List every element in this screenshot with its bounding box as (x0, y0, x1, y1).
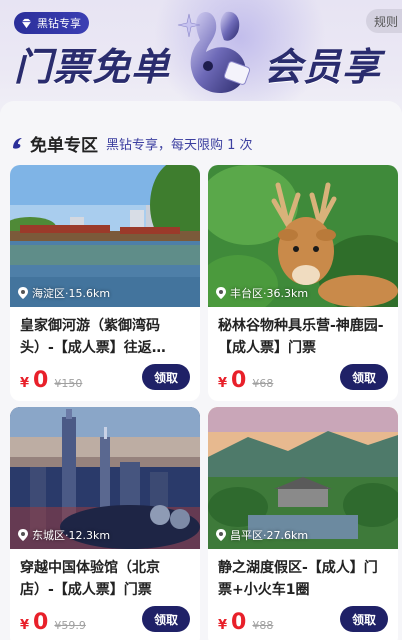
currency-symbol: ¥ (20, 618, 30, 633)
location-pin-icon (18, 529, 28, 541)
original-price: ¥68 (252, 377, 274, 390)
section-header: 免单专区 黑钻专享，每天限购 1 次 (10, 130, 253, 156)
currency-symbol: ¥ (218, 618, 228, 633)
location-label: 昌平区·27.6km (216, 527, 308, 543)
currency-symbol: ¥ (218, 376, 228, 391)
ticket-card[interactable]: 昌平区·27.6km 静之湖度假区-【成人】门票+小火车1圈 ¥ 0 ¥88 领… (208, 407, 398, 640)
hero-title-right: 会员享 (264, 45, 382, 89)
price-row: ¥ 0 ¥68 (218, 368, 273, 396)
currency-symbol: ¥ (20, 376, 30, 391)
card-image-city: 东城区·12.3km (10, 407, 200, 549)
claim-button[interactable]: 领取 (142, 364, 190, 390)
card-title: 穿越中国体验馆（北京店）-【成人票】门票 (20, 560, 160, 598)
card-image-lake: 昌平区·27.6km (208, 407, 398, 549)
ticket-card[interactable]: 东城区·12.3km 穿越中国体验馆（北京店）-【成人票】门票 ¥ 0 ¥59.… (10, 407, 200, 640)
location-text: 海淀区·15.6km (32, 287, 111, 300)
original-price: ¥59.9 (54, 619, 86, 632)
price-value: 0 (231, 368, 247, 393)
location-text: 丰台区·36.3km (230, 287, 309, 300)
section-title: 免单专区 (30, 135, 98, 156)
section-subtitle: 黑钻专享，每天限购 1 次 (106, 137, 253, 153)
card-title: 秘林谷物种具乐营-神鹿园-【成人票】门票 (218, 318, 384, 356)
location-label: 丰台区·36.3km (216, 285, 308, 301)
hero-title-left: 门票免单 (14, 45, 171, 89)
price-row: ¥ 0 ¥150 (20, 368, 82, 396)
ticket-card[interactable]: 海淀区·15.6km 皇家御河游（紫御湾码头）-【成人票】往返… ¥ 0 ¥15… (10, 165, 200, 401)
location-pin-icon (216, 529, 226, 541)
price-row: ¥ 0 ¥88 (218, 610, 273, 638)
card-image-deer: 丰台区·36.3km (208, 165, 398, 307)
claim-button[interactable]: 领取 (340, 364, 388, 390)
location-pin-icon (18, 287, 28, 299)
card-title: 皇家御河游（紫御湾码头）-【成人票】往返… (20, 318, 166, 356)
black-diamond-badge: 黑钻专享 (14, 12, 89, 34)
hero-banner: 黑钻专享 规则 门票免单 会员享 (0, 0, 402, 112)
price-row: ¥ 0 ¥59.9 (20, 610, 86, 638)
swoosh-icon (13, 138, 22, 149)
price-value: 0 (33, 610, 49, 635)
diamond-icon (21, 18, 32, 28)
card-title: 静之湖度假区-【成人】门票+小火车1圈 (218, 560, 378, 598)
location-label: 海淀区·15.6km (18, 285, 110, 301)
price-value: 0 (231, 610, 247, 635)
location-text: 东城区·12.3km (32, 529, 111, 542)
card-image-river: 海淀区·15.6km (10, 165, 200, 307)
location-pin-icon (216, 287, 226, 299)
price-value: 0 (33, 368, 49, 393)
ticket-card[interactable]: 丰台区·36.3km 秘林谷物种具乐营-神鹿园-【成人票】门票 ¥ 0 ¥68 … (208, 165, 398, 401)
rules-button[interactable]: 规则 (366, 9, 402, 33)
claim-button[interactable]: 领取 (142, 606, 190, 632)
sparkle-icon (177, 13, 201, 38)
location-text: 昌平区·27.6km (230, 529, 309, 542)
original-price: ¥150 (54, 377, 83, 390)
claim-button[interactable]: 领取 (340, 606, 388, 632)
location-label: 东城区·12.3km (18, 527, 110, 543)
original-price: ¥88 (252, 619, 274, 632)
badge-label: 黑钻专享 (37, 17, 81, 30)
